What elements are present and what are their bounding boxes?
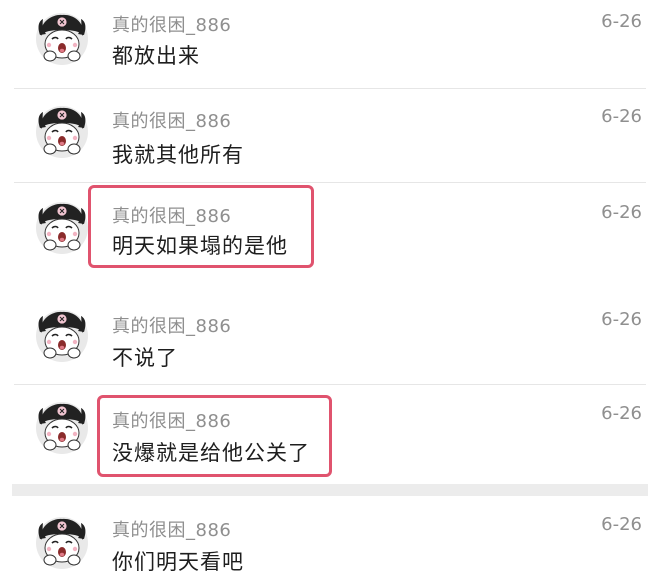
comment-row[interactable]: 真的很困_886 都放出来 6-26 (0, 0, 660, 88)
kuromi-avatar-icon[interactable] (35, 401, 89, 455)
kuromi-avatar-icon[interactable] (35, 309, 89, 363)
section-gap (12, 484, 648, 496)
comment-date: 6-26 (601, 514, 642, 535)
comment-text: 你们明天看吧 (112, 550, 244, 574)
kuromi-avatar-icon[interactable] (35, 12, 89, 66)
kuromi-avatar-icon[interactable] (35, 105, 89, 159)
comment-username[interactable]: 真的很困_886 (112, 11, 231, 37)
kuromi-avatar-icon[interactable] (35, 201, 89, 255)
comment-row[interactable]: 真的很困_886 没爆就是给他公关了 6-26 (0, 385, 660, 482)
comment-username[interactable]: 真的很困_886 (112, 107, 231, 133)
comment-username[interactable]: 真的很困_886 (112, 312, 231, 338)
comment-date: 6-26 (601, 309, 642, 330)
highlight-box (97, 395, 332, 477)
comment-text: 都放出来 (112, 44, 200, 68)
comment-row[interactable]: 真的很困_886 我就其他所有 6-26 (0, 89, 660, 182)
comment-username[interactable]: 真的很困_886 (112, 516, 231, 542)
comment-date: 6-26 (601, 106, 642, 127)
comment-row[interactable]: 真的很困_886 你们明天看吧 6-26 (0, 496, 660, 579)
comment-text: 我就其他所有 (112, 143, 244, 167)
highlight-box (88, 185, 314, 268)
comment-date: 6-26 (601, 403, 642, 424)
comment-date: 6-26 (601, 11, 642, 32)
kuromi-avatar-icon[interactable] (35, 516, 89, 570)
comment-text: 不说了 (112, 346, 178, 370)
comment-row[interactable]: 真的很困_886 明天如果塌的是他 6-26 (0, 183, 660, 283)
comment-row[interactable]: 真的很困_886 不说了 6-26 (0, 295, 660, 385)
comment-date: 6-26 (601, 202, 642, 223)
